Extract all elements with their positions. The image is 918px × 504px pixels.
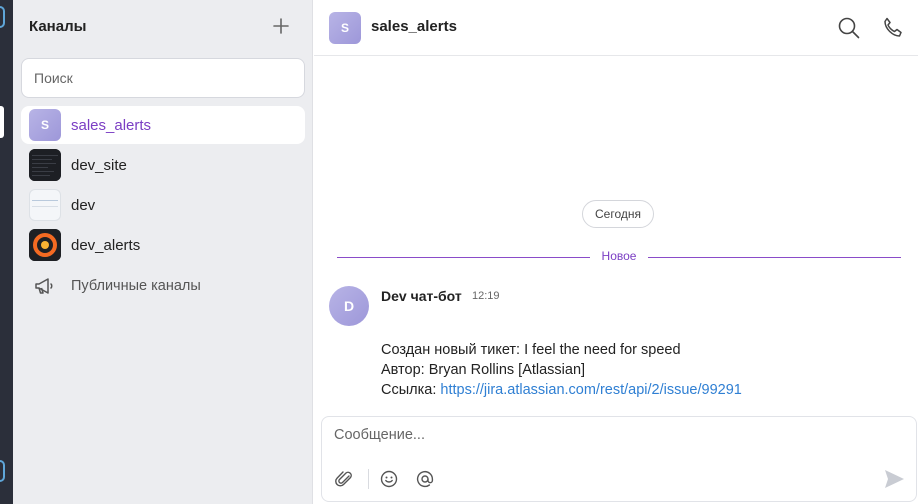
sidebar-item-dev[interactable]: dev bbox=[21, 186, 305, 224]
smiley-icon[interactable] bbox=[378, 468, 400, 490]
rail-bottom-icon[interactable] bbox=[0, 460, 5, 482]
chat-title: sales_alerts bbox=[371, 18, 457, 35]
avatar[interactable]: D bbox=[329, 286, 369, 326]
channel-avatar bbox=[29, 189, 61, 221]
message-input[interactable] bbox=[334, 427, 894, 451]
sidebar-item-sales-alerts[interactable]: S sales_alerts bbox=[21, 106, 305, 144]
grafana-logo-icon bbox=[29, 229, 61, 261]
sidebar-item-dev-alerts[interactable]: dev_alerts bbox=[21, 226, 305, 264]
phone-icon[interactable] bbox=[881, 16, 905, 40]
issue-link[interactable]: https://jira.atlassian.com/rest/api/2/is… bbox=[440, 382, 741, 398]
active-indicator bbox=[0, 106, 4, 138]
message-line-1: Создан новый тикет: I feel the need for … bbox=[381, 342, 681, 358]
sidebar-item-label: dev bbox=[71, 196, 96, 214]
search-icon[interactable] bbox=[837, 16, 861, 40]
megaphone-icon bbox=[35, 278, 53, 294]
new-messages-label: Новое bbox=[601, 249, 637, 263]
workspace-icon[interactable] bbox=[0, 6, 5, 28]
message-author[interactable]: Dev чат-бот bbox=[381, 288, 462, 304]
public-channels-link[interactable]: Публичные каналы bbox=[33, 276, 201, 296]
message-line-3: Ссылка: https://jira.atlassian.com/rest/… bbox=[381, 382, 742, 398]
search-input[interactable] bbox=[21, 58, 305, 98]
send-icon[interactable] bbox=[882, 467, 906, 491]
at-sign-icon[interactable] bbox=[414, 468, 436, 490]
sidebar-item-label: dev_alerts bbox=[71, 236, 141, 254]
plus-icon[interactable] bbox=[271, 16, 291, 36]
message-line-2: Автор: Bryan Rollins [Atlassian] bbox=[381, 362, 586, 378]
chat-area: S sales_alerts Сегодня Новое D Dev чат-б… bbox=[314, 0, 918, 504]
message-time: 12:19 bbox=[472, 290, 500, 302]
channel-avatar: S bbox=[29, 109, 61, 141]
channel-avatar bbox=[29, 149, 61, 181]
date-divider: Сегодня bbox=[582, 200, 654, 228]
new-messages-divider: Новое bbox=[337, 249, 901, 265]
sidebar-item-dev-site[interactable]: dev_site bbox=[21, 146, 305, 184]
link-prefix: Ссылка: bbox=[381, 382, 441, 398]
chat-header: S sales_alerts bbox=[314, 0, 918, 56]
sidebar-item-label: dev_site bbox=[71, 156, 127, 174]
channel-sidebar: Каналы S sales_alerts dev_site bbox=[13, 0, 313, 504]
app-rail bbox=[0, 0, 13, 504]
sidebar-item-label: sales_alerts bbox=[71, 116, 152, 134]
sidebar-title: Каналы bbox=[29, 18, 87, 35]
paperclip-icon[interactable] bbox=[334, 468, 356, 490]
public-channels-label: Публичные каналы bbox=[71, 278, 201, 294]
toolbar-divider bbox=[368, 469, 369, 489]
message-composer bbox=[321, 416, 917, 502]
channel-avatar: S bbox=[329, 12, 361, 44]
